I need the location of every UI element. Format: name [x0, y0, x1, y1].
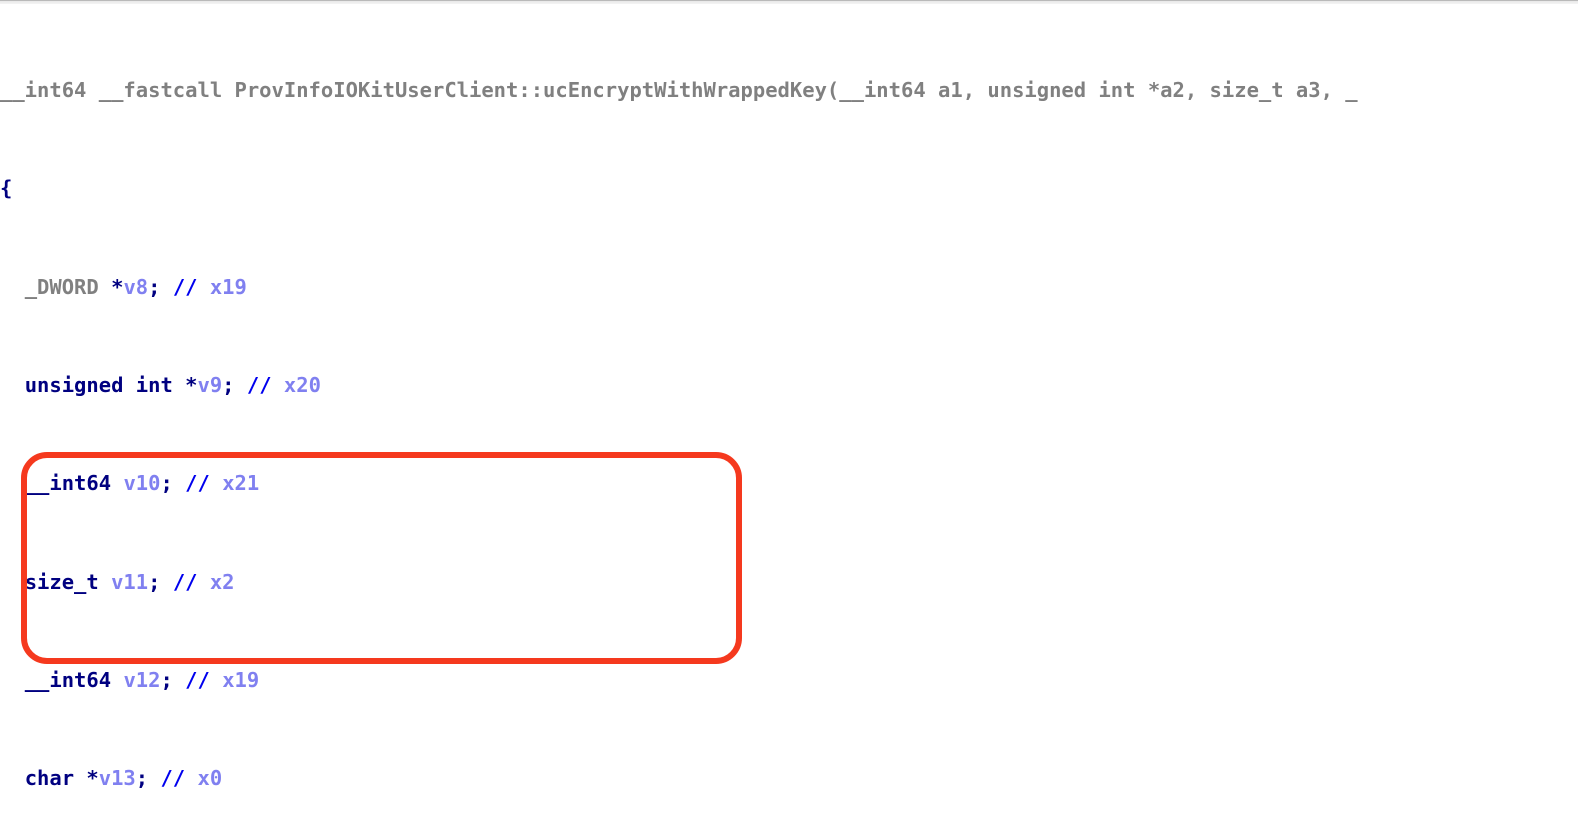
signature-name: ProvInfoIOKitUserClient::ucEncryptWithWr…	[234, 77, 827, 102]
var-v13: v13	[98, 766, 136, 791]
signature-return-type: __int64 __fastcall	[0, 77, 235, 102]
reg-x21: x21	[222, 471, 260, 496]
var-v10: v10	[123, 471, 161, 496]
var-v8: v8	[123, 274, 149, 299]
reg-x20: x20	[283, 372, 321, 397]
type-dword: _DWORD	[24, 274, 112, 299]
code-line-decl-v12[interactable]: __int64 v12; // x19	[0, 668, 1578, 693]
code-line-decl-v11[interactable]: size_t v11; // x2	[0, 570, 1578, 595]
var-v11: v11	[111, 569, 149, 594]
code-line-open-brace[interactable]: {	[0, 176, 1578, 201]
code-line-decl-v9[interactable]: unsigned int *v9; // x20	[0, 373, 1578, 398]
reg-x19: x19	[209, 274, 247, 299]
code-line-decl-v8[interactable]: _DWORD *v8; // x19	[0, 275, 1578, 300]
var-v9: v9	[197, 372, 223, 397]
pseudocode-text[interactable]: __int64 __fastcall ProvInfoIOKitUserClie…	[0, 4, 1578, 828]
code-line-decl-v10[interactable]: __int64 v10; // x21	[0, 471, 1578, 496]
pseudocode-window[interactable]: __int64 __fastcall ProvInfoIOKitUserClie…	[0, 0, 1578, 828]
reg-x19-2: x19	[222, 668, 260, 693]
code-line-decl-v13[interactable]: char *v13; // x0	[0, 766, 1578, 791]
var-v12: v12	[123, 668, 161, 693]
code-line-signature[interactable]: __int64 __fastcall ProvInfoIOKitUserClie…	[0, 78, 1578, 103]
reg-x2: x2	[209, 569, 235, 594]
reg-x0: x0	[197, 766, 223, 791]
